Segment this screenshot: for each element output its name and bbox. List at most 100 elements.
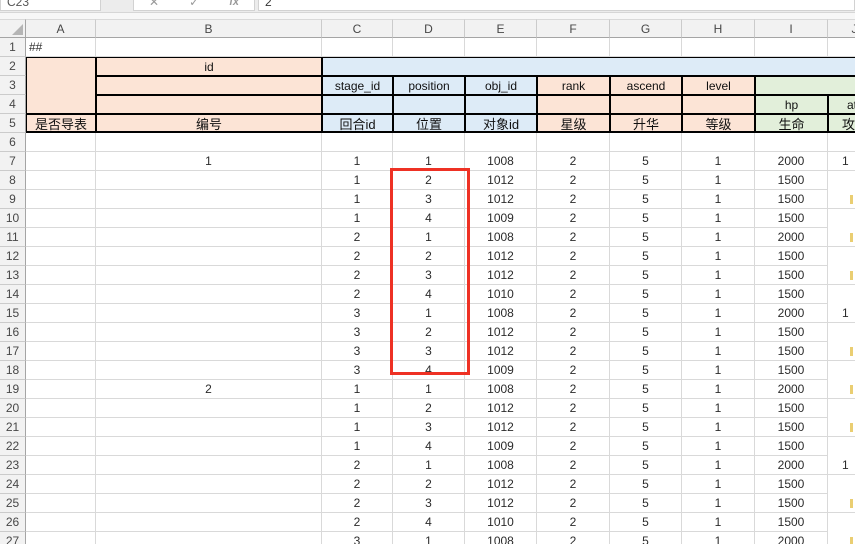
row-header-10[interactable]: 10: [0, 209, 26, 228]
cell-I10[interactable]: 1500: [755, 209, 828, 228]
header-cell-D4[interactable]: [393, 95, 465, 114]
cell-H14[interactable]: 1: [682, 285, 755, 304]
cell-B23[interactable]: [96, 456, 322, 475]
row-header-23[interactable]: 23: [0, 456, 26, 475]
cell-C1[interactable]: [322, 38, 393, 57]
cell-B6[interactable]: [96, 133, 322, 152]
header-cell-E5[interactable]: 对象id: [465, 114, 537, 133]
cell-E25[interactable]: 1012: [465, 494, 537, 513]
cell-F23[interactable]: 2: [537, 456, 610, 475]
column-header-E[interactable]: E: [465, 19, 537, 38]
cell-E8[interactable]: 1012: [465, 171, 537, 190]
cell-I24[interactable]: 1500: [755, 475, 828, 494]
cell-J8[interactable]: [828, 190, 855, 209]
cell-C9[interactable]: 1: [322, 190, 393, 209]
header-cell-F3[interactable]: rank: [537, 76, 610, 95]
row-header-15[interactable]: 15: [0, 304, 26, 323]
formula-input[interactable]: 2: [258, 0, 855, 11]
cell-C13[interactable]: 2: [322, 266, 393, 285]
cell-B12[interactable]: [96, 247, 322, 266]
cell-H26[interactable]: 1: [682, 513, 755, 532]
row-header-17[interactable]: 17: [0, 342, 26, 361]
cell-C24[interactable]: 2: [322, 475, 393, 494]
cell-C27[interactable]: 3: [322, 532, 393, 544]
cell-F25[interactable]: 2: [537, 494, 610, 513]
cell-I1[interactable]: [755, 38, 828, 57]
cell-B16[interactable]: [96, 323, 322, 342]
header-cell-B3[interactable]: [96, 76, 322, 95]
header-cell-I3[interactable]: [755, 76, 855, 95]
cell-B1[interactable]: [96, 38, 322, 57]
cell-C7[interactable]: 1: [322, 152, 393, 171]
cell-D24[interactable]: 2: [393, 475, 465, 494]
cell-A25[interactable]: [26, 494, 96, 513]
row-header-6[interactable]: 6: [0, 133, 26, 152]
cell-E9[interactable]: 1012: [465, 190, 537, 209]
cell-A12[interactable]: [26, 247, 96, 266]
cell-B10[interactable]: [96, 209, 322, 228]
cell-G19[interactable]: 5: [610, 380, 682, 399]
cell-A23[interactable]: [26, 456, 96, 475]
cell-B21[interactable]: [96, 418, 322, 437]
header-cell-I5[interactable]: 生命: [755, 114, 828, 133]
cell-D27[interactable]: 1: [393, 532, 465, 544]
cell-B15[interactable]: [96, 304, 322, 323]
cell-E26[interactable]: 1010: [465, 513, 537, 532]
header-cell-G3[interactable]: ascend: [610, 76, 682, 95]
cell-G16[interactable]: 5: [610, 323, 682, 342]
row-header-9[interactable]: 9: [0, 190, 26, 209]
cell-H20[interactable]: 1: [682, 399, 755, 418]
cell-E13[interactable]: 1012: [465, 266, 537, 285]
header-cell-G5[interactable]: 升华: [610, 114, 682, 133]
cell-C8[interactable]: 1: [322, 171, 393, 190]
cell-H18[interactable]: 1: [682, 361, 755, 380]
cell-C18[interactable]: 3: [322, 361, 393, 380]
cell-F18[interactable]: 2: [537, 361, 610, 380]
cell-C14[interactable]: 2: [322, 285, 393, 304]
cell-C16[interactable]: 3: [322, 323, 393, 342]
header-cell-H3[interactable]: level: [682, 76, 755, 95]
cell-E18[interactable]: 1009: [465, 361, 537, 380]
cell-F20[interactable]: 2: [537, 399, 610, 418]
column-header-A[interactable]: A: [26, 19, 96, 38]
cell-A6[interactable]: [26, 133, 96, 152]
row-header-1[interactable]: 1: [0, 38, 26, 57]
cell-B24[interactable]: [96, 475, 322, 494]
cell-B18[interactable]: [96, 361, 322, 380]
cell-F16[interactable]: 2: [537, 323, 610, 342]
cell-B9[interactable]: [96, 190, 322, 209]
header-cell-E4[interactable]: [465, 95, 537, 114]
cell-F10[interactable]: 2: [537, 209, 610, 228]
cell-G15[interactable]: 5: [610, 304, 682, 323]
cell-E12[interactable]: 1012: [465, 247, 537, 266]
cell-H12[interactable]: 1: [682, 247, 755, 266]
header-cell-B4[interactable]: [96, 95, 322, 114]
header-cell-D3[interactable]: position: [393, 76, 465, 95]
row-header-3[interactable]: 3: [0, 76, 26, 95]
cell-D26[interactable]: 4: [393, 513, 465, 532]
cell-E20[interactable]: 1012: [465, 399, 537, 418]
column-header-H[interactable]: H: [682, 19, 755, 38]
cell-D1[interactable]: [393, 38, 465, 57]
cell-C6[interactable]: [322, 133, 393, 152]
cell-G8[interactable]: 5: [610, 171, 682, 190]
header-cell-B2[interactable]: id: [96, 57, 322, 76]
cell-A27[interactable]: [26, 532, 96, 544]
header-cell-B5[interactable]: 编号: [96, 114, 322, 133]
cell-F13[interactable]: 2: [537, 266, 610, 285]
cell-E27[interactable]: 1008: [465, 532, 537, 544]
cell-G26[interactable]: 5: [610, 513, 682, 532]
cell-H11[interactable]: 1: [682, 228, 755, 247]
cell-A16[interactable]: [26, 323, 96, 342]
column-header-C[interactable]: C: [322, 19, 393, 38]
cell-H22[interactable]: 1: [682, 437, 755, 456]
cell-E17[interactable]: 1012: [465, 342, 537, 361]
row-header-2[interactable]: 2: [0, 57, 26, 76]
header-cell-C4[interactable]: [322, 95, 393, 114]
row-header-26[interactable]: 26: [0, 513, 26, 532]
cell-I8[interactable]: 1500: [755, 171, 828, 190]
header-cell-H5[interactable]: 等级: [682, 114, 755, 133]
cell-B25[interactable]: [96, 494, 322, 513]
cell-I15[interactable]: 2000: [755, 304, 828, 323]
cell-A20[interactable]: [26, 399, 96, 418]
